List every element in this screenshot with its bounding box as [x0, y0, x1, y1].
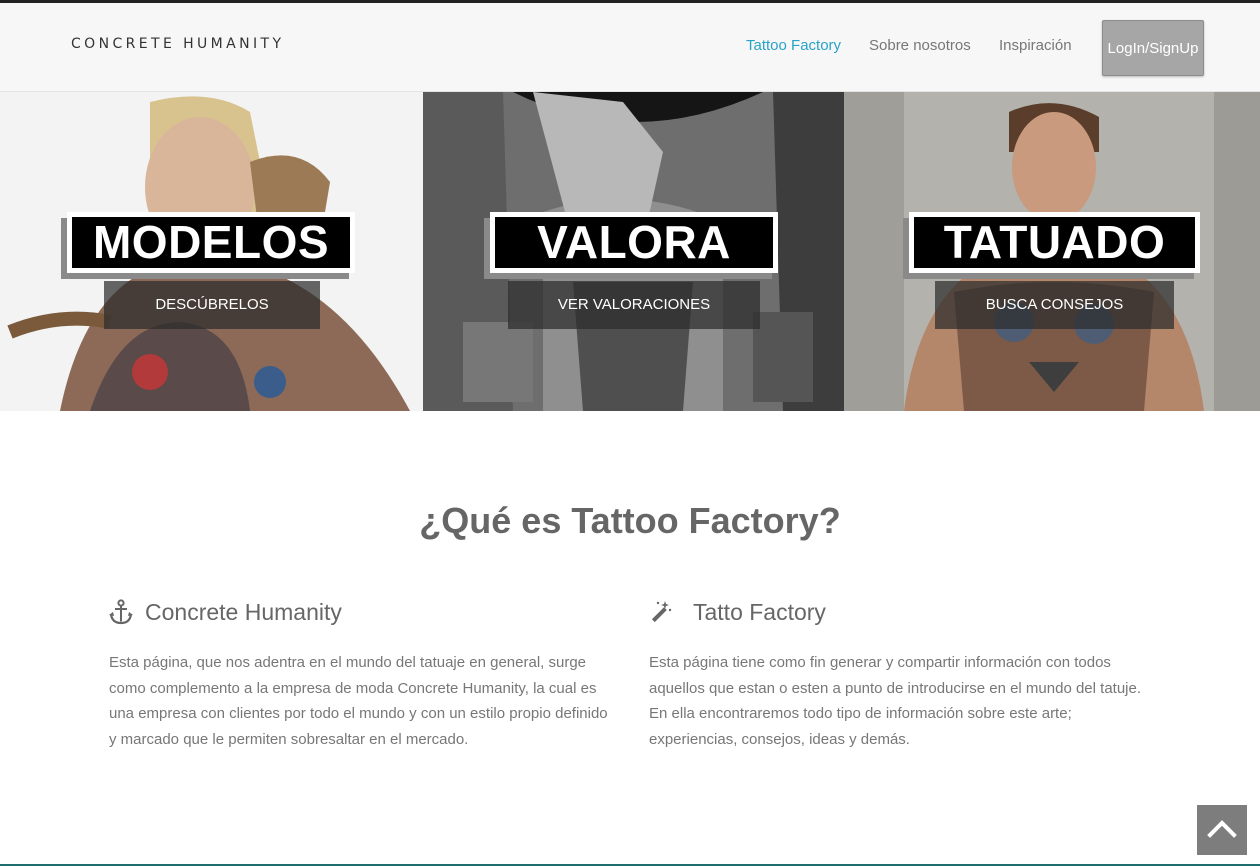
- about-left-text: Esta página, que nos adentra en el mundo…: [109, 654, 608, 748]
- nav-link-sobre-nosotros[interactable]: Sobre nosotros: [869, 37, 971, 54]
- login-signup-button[interactable]: LogIn/SignUp: [1102, 20, 1204, 76]
- about-left-heading-text: Concrete Humanity: [145, 598, 342, 625]
- about-right-heading: Tatto Factory: [649, 596, 1159, 628]
- busca-consejos-button[interactable]: BUSCA CONSEJOS: [935, 281, 1174, 329]
- about-left-heading: Concrete Humanity: [109, 596, 619, 628]
- chevron-up-icon: [1207, 820, 1237, 838]
- nav-link-tattoo-factory[interactable]: Tattoo Factory: [746, 37, 841, 54]
- about-right-heading-text: Tatto Factory: [693, 598, 826, 625]
- brand-logo[interactable]: CONCRETE HUMANITY: [71, 36, 284, 52]
- hero-panel-tatuado[interactable]: TATUADO BUSCA CONSEJOS: [844, 92, 1260, 411]
- about-title: ¿Qué es Tattoo Factory?: [419, 500, 841, 541]
- hero-title-valora: VALORA: [490, 212, 778, 273]
- navbar: CONCRETE HUMANITY Tattoo Factory Sobre n…: [0, 3, 1260, 92]
- ver-valoraciones-button[interactable]: VER VALORACIONES: [508, 281, 760, 329]
- hero-panel-valora[interactable]: VALORA VER VALORACIONES: [423, 92, 844, 411]
- hero-title-modelos: MODELOS: [67, 212, 355, 273]
- hero-panel-modelos[interactable]: MODELOS DESCÚBRELOS: [0, 92, 423, 411]
- nav-link-inspiracion[interactable]: Inspiración: [999, 37, 1072, 54]
- about-right-column: Tatto Factory Esta página tiene como fin…: [649, 596, 1159, 752]
- hero-title-tatuado: TATUADO: [909, 212, 1200, 273]
- about-right-text: Esta página tiene como fin generar y com…: [649, 654, 1142, 748]
- anchor-icon: [109, 599, 135, 625]
- magic-wand-icon: [649, 599, 675, 625]
- hero-panels: MODELOS DESCÚBRELOS VALORA VER VALORACIO…: [0, 92, 1260, 411]
- scroll-to-top-button[interactable]: [1197, 805, 1247, 855]
- about-left-column: Concrete Humanity Esta página, que nos a…: [109, 596, 619, 752]
- descubrelos-button[interactable]: DESCÚBRELOS: [104, 281, 320, 329]
